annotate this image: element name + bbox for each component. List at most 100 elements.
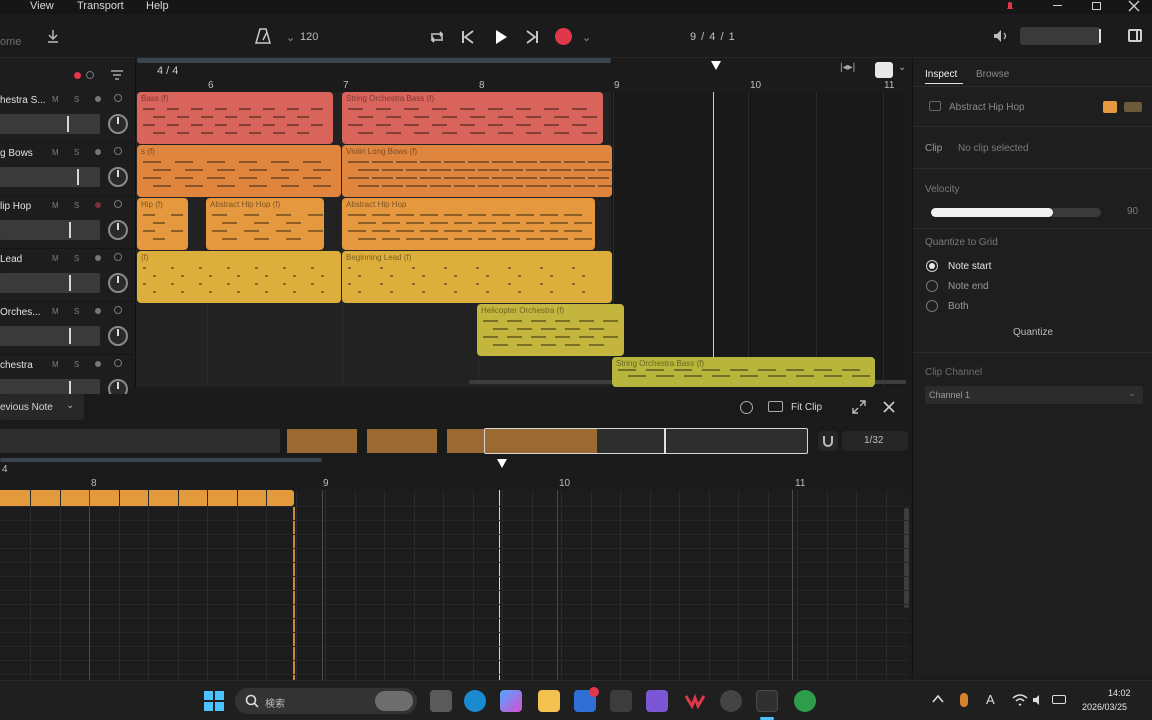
record-arm-icon[interactable]	[95, 255, 101, 261]
zoom-fit-icon[interactable]: |◂▸|	[840, 62, 855, 73]
monitor-icon[interactable]	[114, 253, 122, 261]
solo-button[interactable]: S	[74, 148, 79, 157]
skip-back-icon[interactable]	[461, 29, 475, 45]
velocity-slider[interactable]	[931, 208, 1101, 217]
track-header[interactable]: Lead M S	[0, 249, 134, 302]
filter-icon[interactable]	[110, 69, 124, 81]
inspector-track-name[interactable]: Abstract Hip Hop	[949, 102, 1025, 113]
app-logo-icon[interactable]	[684, 690, 706, 712]
master-volume-handle[interactable]	[1099, 29, 1101, 43]
monitor-all-icon[interactable]	[86, 71, 94, 79]
mute-button[interactable]: M	[52, 360, 59, 369]
track-header[interactable]: hestra S... M S	[0, 90, 134, 143]
solo-button[interactable]: S	[74, 201, 79, 210]
mute-button[interactable]: M	[52, 254, 59, 263]
pan-knob[interactable]	[108, 273, 128, 293]
edge-icon[interactable]	[464, 690, 486, 712]
fit-clip-icon[interactable]	[768, 401, 783, 412]
record-button[interactable]	[555, 28, 572, 45]
track-name[interactable]: Orches...	[0, 307, 41, 318]
battery-icon[interactable]	[1052, 695, 1066, 704]
playhead-marker-icon[interactable]	[710, 60, 722, 71]
track-name[interactable]: lip Hop	[0, 201, 31, 212]
solo-button[interactable]: S	[74, 360, 79, 369]
record-arm-icon[interactable]	[95, 308, 101, 314]
track-name[interactable]: hestra S...	[0, 95, 46, 106]
volume-fader[interactable]	[0, 167, 100, 187]
position-display[interactable]: 9 / 4 / 1	[690, 31, 736, 43]
record-arm-all-icon[interactable]	[74, 72, 81, 79]
skip-forward-icon[interactable]	[525, 29, 539, 45]
mute-button[interactable]: M	[52, 95, 59, 104]
panel-toggle-icon[interactable]	[1128, 29, 1142, 42]
store-icon[interactable]	[610, 690, 632, 712]
track-color-swatch[interactable]	[1103, 101, 1117, 113]
arrangement-clip[interactable]: Helicopter Orchestra (f)	[477, 304, 624, 356]
track-header[interactable]: lip Hop M S	[0, 196, 134, 249]
overview-viewport[interactable]	[484, 428, 808, 454]
record-arm-icon[interactable]	[95, 202, 101, 208]
monitor-icon[interactable]	[114, 147, 122, 155]
pan-knob[interactable]	[108, 167, 128, 187]
arrangement-clip[interactable]: Abstract Hip Hop (f)	[206, 198, 324, 250]
timeline-ruler[interactable]	[136, 58, 912, 92]
tempo-value[interactable]: 120	[300, 31, 318, 43]
magnet-snap-icon[interactable]	[818, 431, 838, 451]
loop-region[interactable]	[137, 58, 611, 63]
velocity-slider-fill[interactable]	[931, 208, 1053, 217]
taskbar-search[interactable]: 検索	[235, 688, 417, 714]
overview-clip[interactable]	[367, 429, 437, 453]
monitor-icon[interactable]	[114, 359, 122, 367]
track-name[interactable]: Lead	[0, 254, 22, 265]
radio-both[interactable]	[926, 300, 938, 312]
overview-clip[interactable]	[287, 429, 357, 453]
settings-icon[interactable]	[740, 401, 753, 414]
option-note-end[interactable]: Note end	[948, 281, 989, 292]
track-name[interactable]: g Bows	[0, 148, 33, 159]
chrome-icon[interactable]	[794, 690, 816, 712]
arrangement-clip[interactable]: Beginning Lead (f)	[342, 251, 612, 303]
midi-note[interactable]	[0, 490, 294, 506]
editor-loop-region[interactable]	[0, 458, 322, 462]
fader-handle[interactable]	[69, 328, 71, 344]
volume-fader[interactable]	[0, 114, 100, 134]
copilot-icon[interactable]	[500, 690, 522, 712]
speaker-icon[interactable]	[1032, 693, 1046, 707]
solo-button[interactable]: S	[74, 307, 79, 316]
app-circle-icon[interactable]	[720, 690, 742, 712]
metronome-icon[interactable]	[255, 28, 271, 44]
previous-note-dropdown[interactable]: evious Note ⌄	[0, 394, 84, 420]
tab-browse[interactable]: Browse	[976, 69, 1009, 80]
mute-button[interactable]: M	[52, 148, 59, 157]
fader-handle[interactable]	[67, 116, 69, 132]
piano-roll-scrollbar[interactable]	[904, 508, 909, 608]
loop-icon[interactable]	[428, 29, 446, 45]
app-icon[interactable]	[646, 690, 668, 712]
volume-fader[interactable]	[0, 326, 100, 346]
arrangement-clip[interactable]: Bass (f)	[137, 92, 333, 144]
velocity-value[interactable]: 90	[1127, 206, 1138, 217]
pan-knob[interactable]	[108, 114, 128, 134]
track-header[interactable]: Orches... M S	[0, 302, 134, 355]
piano-roll[interactable]	[0, 490, 910, 680]
play-icon[interactable]	[494, 29, 508, 45]
volume-fader[interactable]	[0, 273, 100, 293]
master-volume-slider[interactable]	[1020, 27, 1101, 45]
monitor-icon[interactable]	[114, 94, 122, 102]
option-both[interactable]: Both	[948, 301, 969, 312]
menu-view[interactable]: View	[30, 0, 54, 12]
wifi-icon[interactable]	[1012, 693, 1028, 707]
arrangement-clip[interactable]: Hip (f)	[137, 198, 188, 250]
snap-toggle-icon[interactable]	[875, 62, 893, 78]
tray-chevron-up-icon[interactable]	[932, 694, 944, 704]
channel-select[interactable]: Channel 1 ⌄	[925, 386, 1143, 404]
windows-start-icon[interactable]	[204, 691, 224, 711]
quantize-button[interactable]: Quantize	[1013, 327, 1053, 338]
snap-chevron-icon[interactable]: ⌄	[898, 62, 906, 73]
solo-button[interactable]: S	[74, 254, 79, 263]
grid-size-select[interactable]: 1/32	[842, 431, 908, 451]
tab-inspect[interactable]: Inspect	[925, 69, 957, 80]
fit-clip-button[interactable]: Fit Clip	[791, 402, 822, 413]
monitor-icon[interactable]	[114, 200, 122, 208]
track-name[interactable]: chestra	[0, 360, 33, 371]
